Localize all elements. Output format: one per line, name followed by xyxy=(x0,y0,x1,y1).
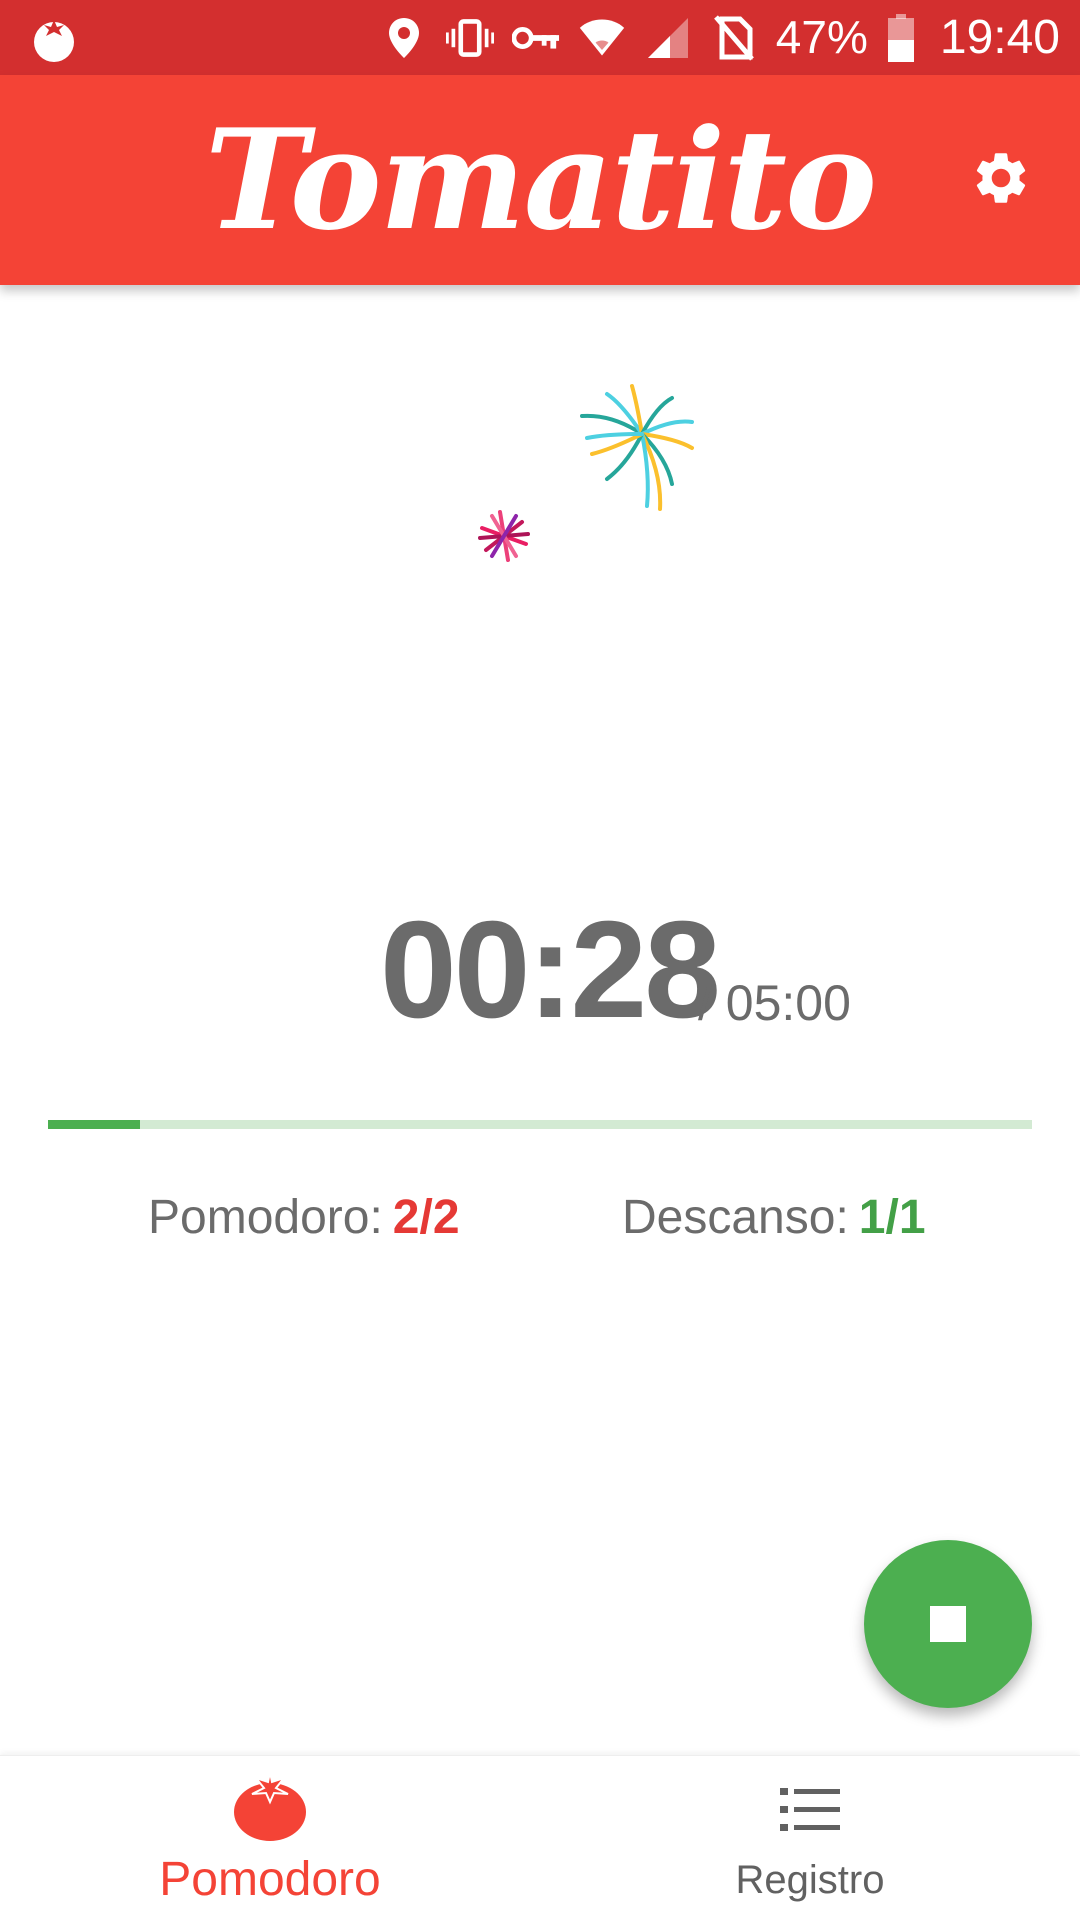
descanso-counter: Descanso: 1/1 xyxy=(622,1188,926,1248)
nav-item-pomodoro[interactable]: Pomodoro xyxy=(0,1756,540,1920)
status-bar: 47% 19:40 xyxy=(0,0,1080,75)
battery-icon xyxy=(886,13,916,62)
nav-label-pomodoro: Pomodoro xyxy=(159,1853,381,1906)
progress-bar-fill xyxy=(48,1120,140,1129)
bottom-navigation: Pomodoro Registro xyxy=(0,1755,1080,1920)
timer: 00:28 / 05:00 xyxy=(0,895,1080,1045)
app-title: Tomatito xyxy=(204,98,877,261)
vpn-key-icon xyxy=(511,14,560,62)
pomodoro-counter: Pomodoro: 2/2 xyxy=(148,1188,460,1248)
pomodoro-counter-value: 2/2 xyxy=(392,1191,460,1244)
clock: 19:40 xyxy=(939,11,1060,64)
tomato-icon xyxy=(232,1770,308,1846)
wifi-icon xyxy=(578,14,626,62)
no-sim-icon xyxy=(710,14,758,62)
pomodoro-counter-label: Pomodoro: xyxy=(148,1191,383,1244)
gear-icon xyxy=(970,147,1032,213)
descanso-counter-label: Descanso: xyxy=(622,1191,849,1244)
signal-icon xyxy=(644,14,692,62)
timer-elapsed: 00:28 xyxy=(380,893,721,1047)
nav-label-registro: Registro xyxy=(735,1858,885,1902)
settings-button[interactable] xyxy=(960,139,1042,221)
tomato-app-icon xyxy=(28,12,80,64)
list-icon xyxy=(780,1786,840,1838)
battery-percentage: 47% xyxy=(775,11,868,63)
stop-button[interactable] xyxy=(864,1540,1032,1708)
descanso-counter-value: 1/1 xyxy=(858,1191,926,1244)
stop-icon xyxy=(930,1606,966,1642)
location-icon xyxy=(380,14,428,62)
progress-bar xyxy=(48,1120,1032,1129)
nav-item-registro[interactable]: Registro xyxy=(540,1756,1080,1920)
timer-total: / 05:00 xyxy=(698,975,851,1031)
vibrate-icon xyxy=(445,14,494,62)
fireworks-animation xyxy=(460,370,740,580)
app-bar: Tomatito xyxy=(0,75,1080,285)
